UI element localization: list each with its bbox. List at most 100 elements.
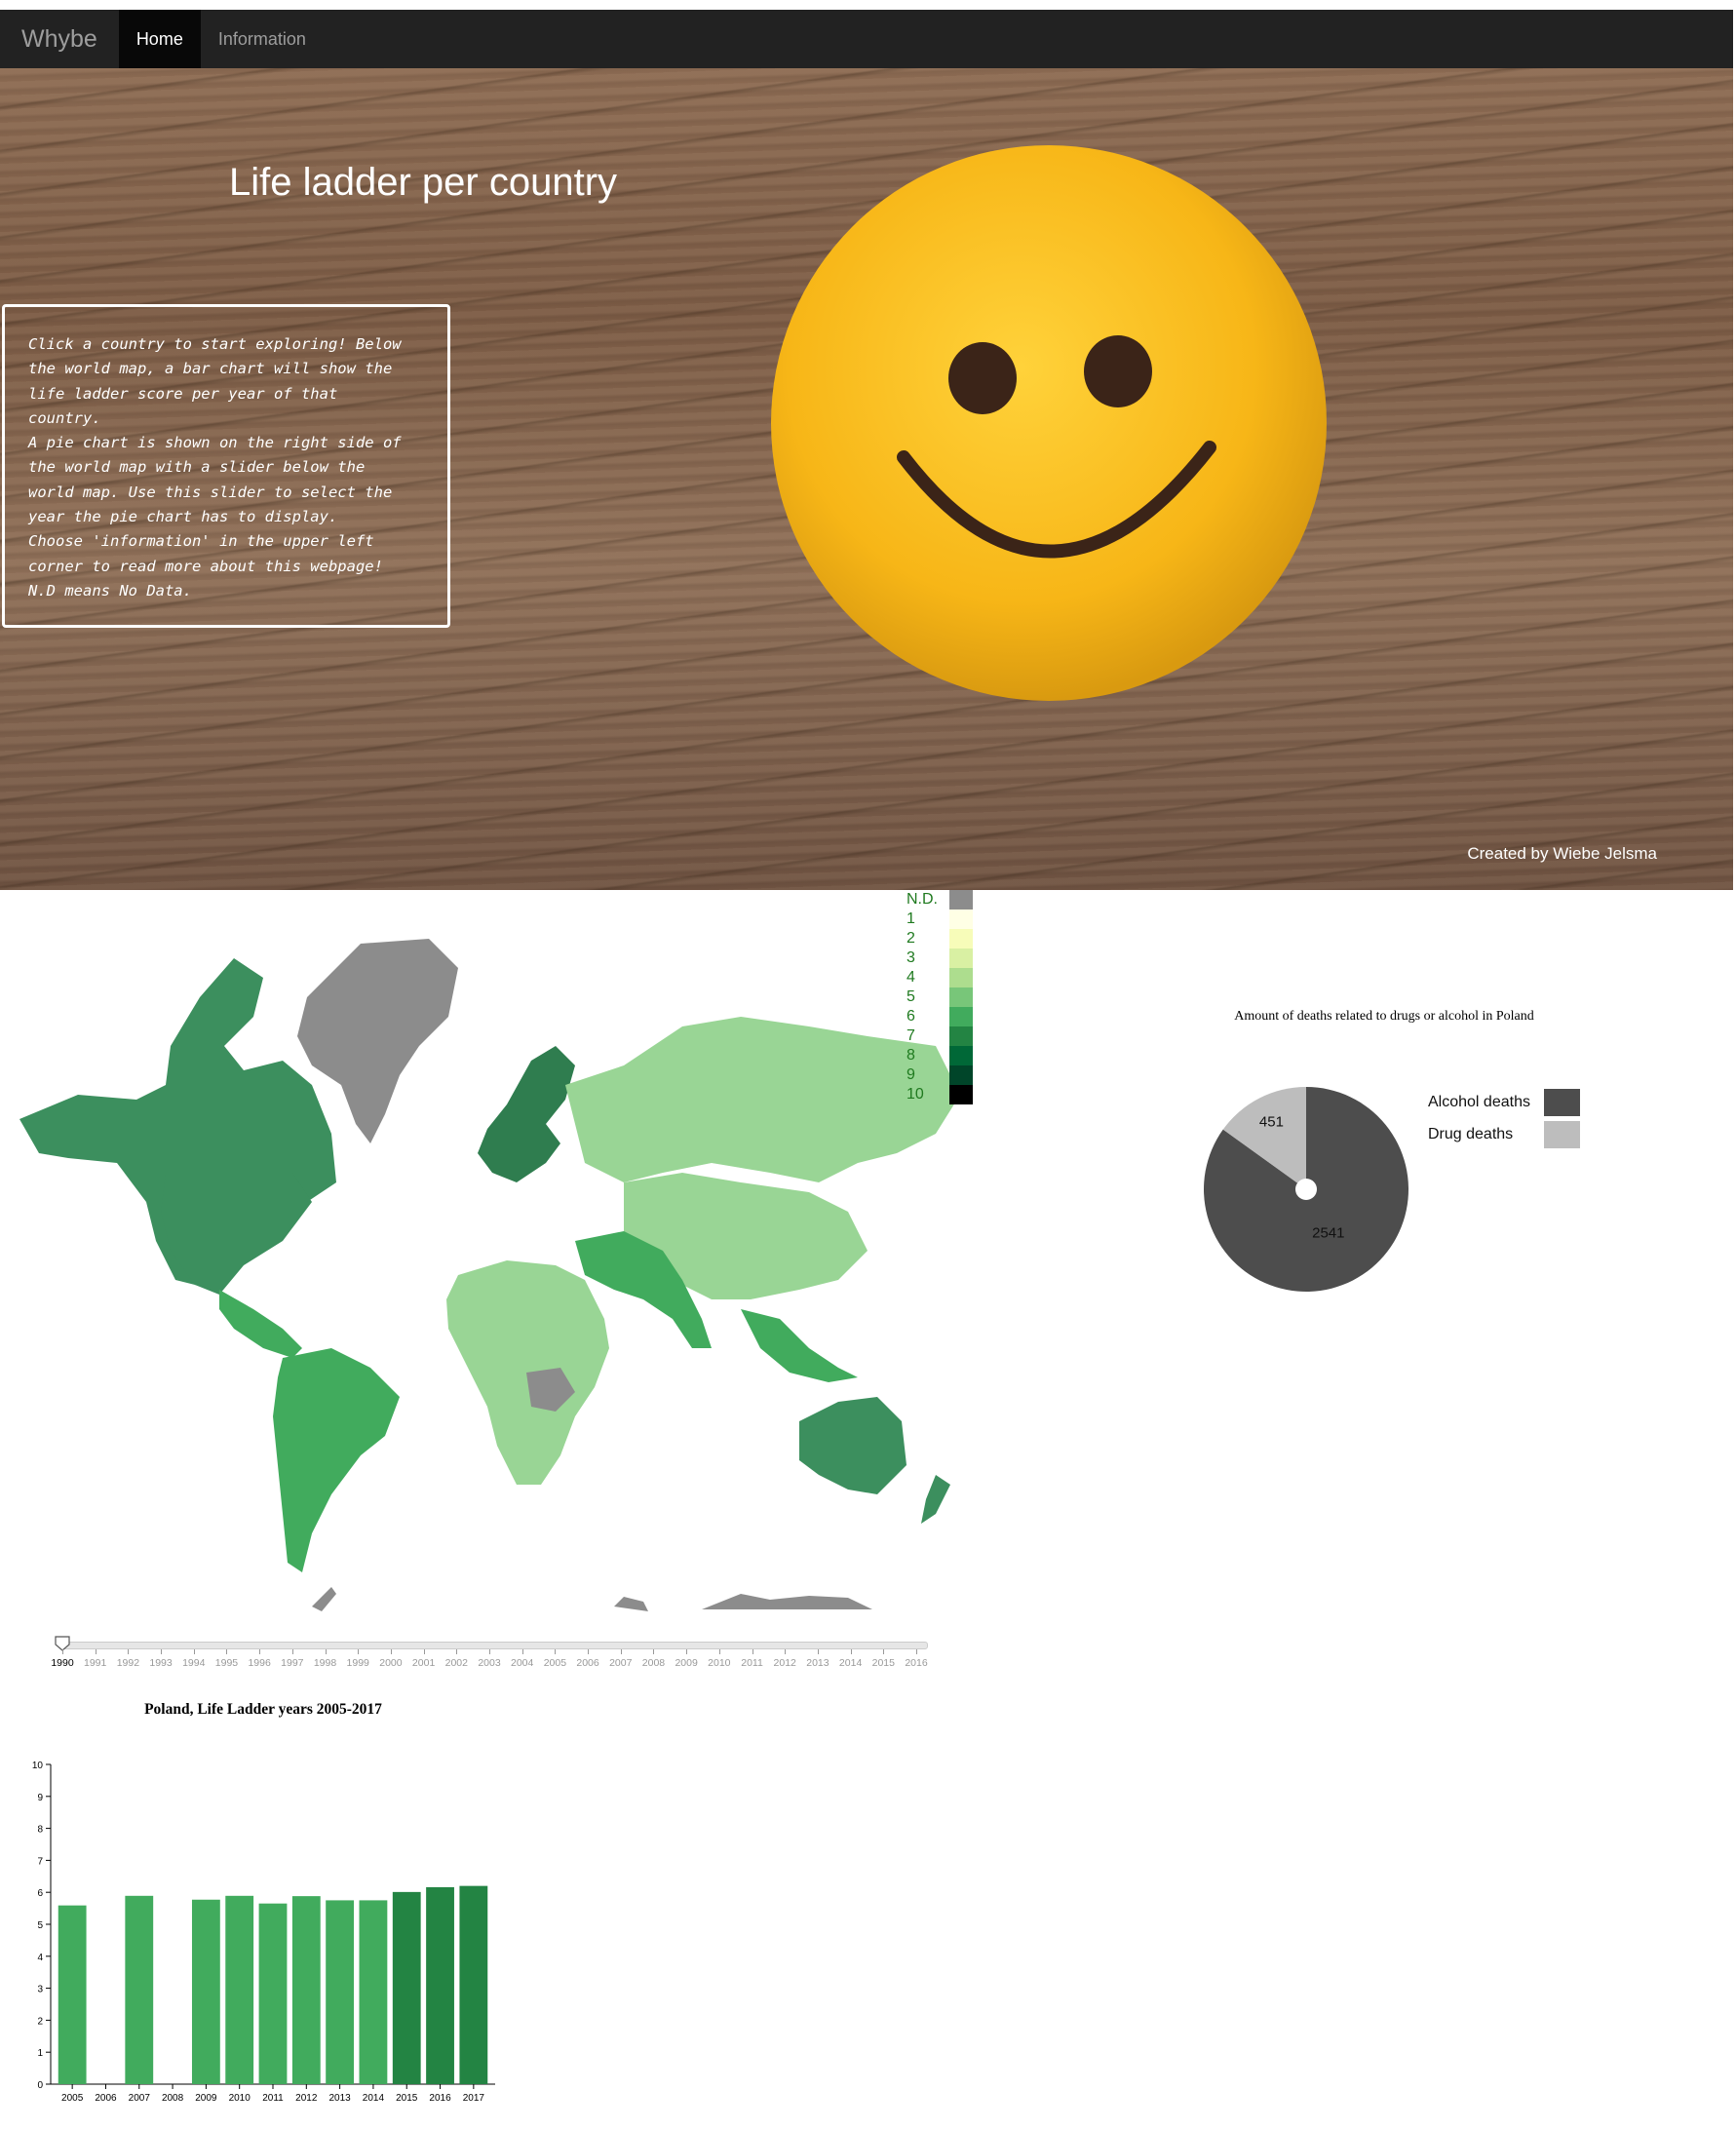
world-map[interactable] [0,890,975,1611]
bar[interactable] [225,1895,254,2084]
bar-chart-title: Poland, Life Ladder years 2005-2017 [144,1701,382,1718]
slider-tick-mark [456,1649,458,1654]
pie-slices: 2541 451 [1204,1087,1408,1292]
slider-tick-mark [128,1649,130,1654]
slider-tick-mark [883,1649,885,1654]
legend-swatch [949,968,973,987]
country-shape[interactable] [478,1046,575,1182]
slider-tick-mark [588,1649,590,1654]
legend-swatch [949,1026,973,1046]
slider-track[interactable] [58,1642,928,1649]
slider-tick-mark [259,1649,261,1654]
pie-chart-title: Amount of deaths related to drugs or alc… [1234,1009,1534,1024]
hero-banner: Life ladder per country Click a country … [0,68,1733,890]
pie-center-hole [1295,1179,1317,1200]
legend-label: N.D. [907,891,938,908]
y-tick-label: 7 [37,1856,43,1867]
smiley-cookie-image [771,145,1327,701]
legend-label: 7 [907,1027,915,1044]
slider-tick-mark [291,1649,293,1654]
pie-legend-swatch [1544,1089,1580,1116]
x-tick-label: 2016 [429,2093,451,2104]
x-tick-label: 2013 [328,2093,351,2104]
slider-tick-mark [193,1649,195,1654]
nav-home[interactable]: Home [118,10,201,68]
country-shape[interactable] [614,1597,648,1611]
slider-tick-mark [653,1649,655,1654]
country-shape[interactable] [312,1587,336,1611]
legend-label: 4 [907,969,915,986]
y-tick-label: 5 [37,1920,43,1931]
legend-label: 1 [907,910,915,927]
slider-tick-mark [620,1649,622,1654]
year-slider[interactable]: 1990 1991 1992 1993 1994 1995 1996 1997 1998 1999… [51,1636,928,1684]
x-tick-label: 2009 [195,2093,217,2104]
legend-label: 5 [907,988,915,1005]
y-tick-label: 4 [37,1953,43,1963]
x-tick-label: 2011 [262,2093,284,2104]
brand-logo[interactable]: Whybe [0,10,119,68]
page-title: Life ladder per country [229,161,618,204]
pie-legend-swatch [1544,1121,1580,1148]
bar[interactable] [392,1891,421,2084]
slider-tick-mark [817,1649,819,1654]
slider-tick-mark [752,1649,753,1654]
slider-tick-mark [850,1649,852,1654]
country-australia[interactable] [799,1397,907,1494]
bar[interactable] [258,1903,288,2084]
legend-swatch [949,890,973,910]
country-russia[interactable] [565,1017,960,1182]
x-tick-label: 2007 [129,2093,151,2104]
bar[interactable] [291,1896,321,2084]
legend-label: 8 [907,1047,915,1064]
slider-tick-mark [325,1649,327,1654]
bar[interactable] [58,1905,87,2084]
legend-swatch [949,929,973,948]
country-shape[interactable] [921,1475,950,1524]
legend-swatch [949,948,973,968]
nav-information[interactable]: Information [201,10,324,68]
legend-swatch [949,987,973,1007]
country-shape[interactable] [741,1309,858,1382]
x-tick-label: 2005 [61,2093,84,2104]
legend-label: 2 [907,930,915,947]
country-shape[interactable] [273,1348,400,1572]
intro-text-box: Click a country to start exploring! Belo… [2,304,450,628]
country-shape[interactable] [702,1594,872,1609]
bar[interactable] [125,1895,154,2084]
y-tick-label: 9 [37,1793,43,1803]
legend-label: 6 [907,1008,915,1025]
slider-tick-mark [521,1649,523,1654]
x-tick-label: 2014 [363,2093,385,2104]
pie-legend-label: Drug deaths [1428,1126,1513,1142]
bar-chart: 0 1 2 3 4 5 6 7 8 9 10 2005 2006 2007 2008 2009 2010 2011… [32,1761,495,2104]
slider-tick-mark [226,1649,228,1654]
pie-chart: 2541 451 Alcohol deaths Drug deaths [1204,1087,1580,1292]
pie-legend-label: Alcohol deaths [1428,1094,1530,1110]
slider-tick-mark [916,1649,917,1654]
slider-tick-mark [423,1649,425,1654]
slider-tick-mark [785,1649,787,1654]
x-tick-label: 2006 [95,2093,117,2104]
bar[interactable] [191,1899,220,2084]
y-tick-label: 1 [37,2048,43,2059]
bar[interactable] [326,1900,355,2084]
x-tick-label: 2010 [229,2093,251,2104]
country-shape[interactable] [219,1290,302,1358]
slider-tick-mark [390,1649,392,1654]
bar[interactable] [459,1885,488,2084]
slider-tick-mark [489,1649,490,1654]
x-tick-label: 2017 [463,2093,485,2104]
legend-swatch [949,910,973,929]
legend-swatch [949,1065,973,1085]
y-tick-label: 10 [32,1761,44,1771]
legend-swatch [949,1046,973,1065]
legend-label: 10 [907,1086,924,1103]
credit-text: Created by Wiebe Jelsma [1467,844,1657,863]
y-tick-label: 3 [37,1985,43,1995]
slider-year-label[interactable]: 2016 [887,1657,945,1669]
bar[interactable] [426,1886,454,2084]
navbar: Whybe Home Information [0,10,1733,68]
bar[interactable] [359,1900,388,2084]
y-tick-label: 8 [37,1825,43,1836]
